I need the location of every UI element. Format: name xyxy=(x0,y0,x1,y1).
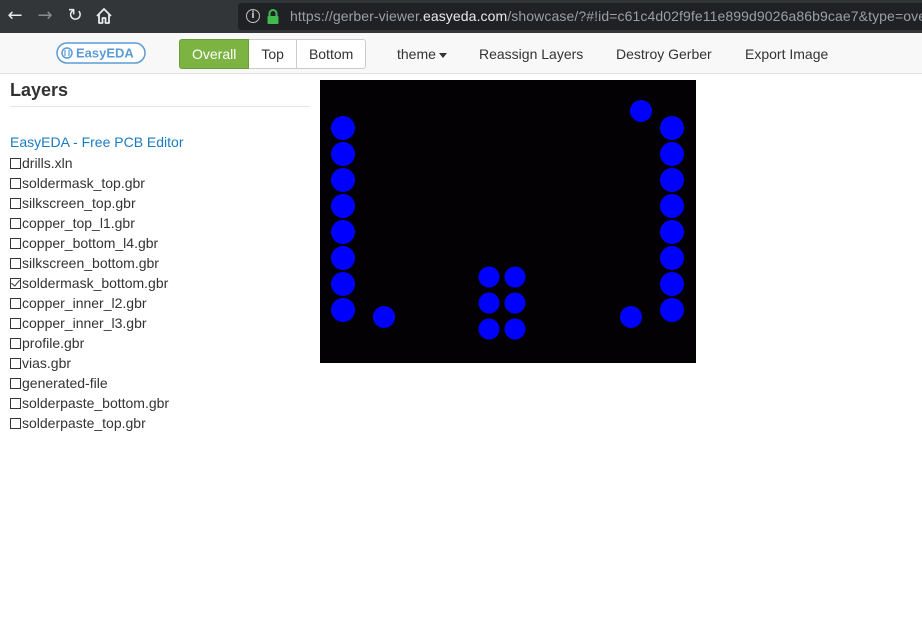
pad xyxy=(620,306,642,328)
pad xyxy=(478,266,500,288)
layer-item[interactable]: copper_top_l1.gbr xyxy=(10,213,310,233)
pad xyxy=(660,272,684,296)
pad xyxy=(660,246,684,270)
layer-item[interactable]: soldermask_top.gbr xyxy=(10,173,310,193)
overall-view-button[interactable]: Overall xyxy=(179,39,250,69)
top-view-button[interactable]: Top xyxy=(249,39,297,69)
pad xyxy=(478,292,500,314)
view-button-group: Overall Top Bottom xyxy=(179,39,367,69)
browser-chrome: ← → ↻ i https://gerber-viewer.easyeda.co… xyxy=(0,0,922,33)
layer-label: soldermask_top.gbr xyxy=(22,175,145,191)
layer-item[interactable]: generated-file xyxy=(10,373,310,393)
layer-checkbox[interactable] xyxy=(10,317,21,329)
theme-dropdown[interactable]: theme xyxy=(397,46,447,62)
pad xyxy=(660,116,684,140)
layer-label: copper_inner_l2.gbr xyxy=(22,295,147,311)
layer-item[interactable]: profile.gbr xyxy=(10,333,310,353)
layer-checkbox[interactable] xyxy=(10,417,21,429)
layer-checkbox[interactable] xyxy=(10,237,21,249)
layer-checkbox[interactable] xyxy=(10,297,21,309)
layer-checkbox[interactable] xyxy=(10,177,21,189)
back-icon[interactable]: ← xyxy=(5,6,25,26)
pad xyxy=(504,292,526,314)
home-icon[interactable] xyxy=(94,6,114,26)
layers-heading: Layers xyxy=(10,79,310,107)
pad xyxy=(630,100,652,122)
layer-label: profile.gbr xyxy=(22,335,85,351)
layer-label: generated-file xyxy=(22,375,108,391)
pad xyxy=(660,194,684,218)
pcb-preview-canvas[interactable] xyxy=(320,80,696,363)
layer-label: solderpaste_bottom.gbr xyxy=(22,395,170,411)
pad xyxy=(660,142,684,166)
layers-sidebar: Layers EasyEDA - Free PCB Editor drills.… xyxy=(10,79,310,433)
layer-label: soldermask_bottom.gbr xyxy=(22,275,169,291)
layer-label: drills.xln xyxy=(22,155,73,171)
layer-label: copper_inner_l3.gbr xyxy=(22,315,147,331)
lock-icon xyxy=(266,9,282,25)
address-bar[interactable]: i https://gerber-viewer.easyeda.com/show… xyxy=(238,3,922,30)
layer-checkbox[interactable] xyxy=(10,257,21,269)
layer-item[interactable]: vias.gbr xyxy=(10,353,310,373)
pad xyxy=(331,220,355,244)
layer-label: silkscreen_top.gbr xyxy=(22,195,136,211)
bottom-view-button[interactable]: Bottom xyxy=(296,39,367,69)
theme-label: theme xyxy=(397,46,436,62)
pad xyxy=(478,318,500,340)
layer-item[interactable]: copper_inner_l2.gbr xyxy=(10,293,310,313)
app-toolbar: EasyEDA Overall Top Bottom theme Reassig… xyxy=(0,33,922,74)
layer-checkbox[interactable] xyxy=(10,157,21,169)
layer-label: copper_top_l1.gbr xyxy=(22,215,135,231)
pad xyxy=(331,246,355,270)
svg-text:EasyEDA: EasyEDA xyxy=(76,46,134,61)
layer-item[interactable]: solderpaste_bottom.gbr xyxy=(10,393,310,413)
export-image-button[interactable]: Export Image xyxy=(745,46,828,62)
forward-icon[interactable]: → xyxy=(35,6,55,26)
layer-checkbox[interactable] xyxy=(10,197,21,209)
pad xyxy=(660,168,684,192)
layer-list: drills.xln soldermask_top.gbr silkscreen_t… xyxy=(10,153,310,433)
layer-item[interactable]: silkscreen_bottom.gbr xyxy=(10,253,310,273)
layer-item[interactable]: copper_bottom_l4.gbr xyxy=(10,233,310,253)
easyeda-logo[interactable]: EasyEDA xyxy=(56,41,146,65)
layer-checkbox[interactable] xyxy=(10,377,21,389)
pad xyxy=(331,142,355,166)
pad xyxy=(331,194,355,218)
pad xyxy=(373,306,395,328)
layer-checkbox[interactable] xyxy=(10,397,21,409)
url-text: https://gerber-viewer.easyeda.com/showca… xyxy=(290,8,922,24)
info-icon[interactable]: i xyxy=(246,9,260,23)
pad xyxy=(331,116,355,140)
layer-label: copper_bottom_l4.gbr xyxy=(22,235,159,251)
layer-item[interactable]: soldermask_bottom.gbr xyxy=(10,273,310,293)
layer-item[interactable]: drills.xln xyxy=(10,153,310,173)
layer-label: vias.gbr xyxy=(22,355,72,371)
layer-label: solderpaste_top.gbr xyxy=(22,415,146,431)
layer-item[interactable]: silkscreen_top.gbr xyxy=(10,193,310,213)
free-pcb-editor-link[interactable]: EasyEDA - Free PCB Editor xyxy=(10,133,310,151)
layer-item[interactable]: copper_inner_l3.gbr xyxy=(10,313,310,333)
layer-checkbox[interactable] xyxy=(10,217,21,229)
layer-checkbox[interactable] xyxy=(10,337,21,349)
pad xyxy=(331,298,355,322)
pad xyxy=(660,298,684,322)
pad xyxy=(504,266,526,288)
pad xyxy=(331,168,355,192)
layer-checkbox[interactable] xyxy=(10,357,21,369)
layer-item[interactable]: solderpaste_top.gbr xyxy=(10,413,310,433)
caret-down-icon xyxy=(438,52,447,58)
pad xyxy=(660,220,684,244)
destroy-gerber-button[interactable]: Destroy Gerber xyxy=(616,46,712,62)
reassign-layers-button[interactable]: Reassign Layers xyxy=(479,46,583,62)
layer-label: silkscreen_bottom.gbr xyxy=(22,255,159,271)
layer-checkbox[interactable] xyxy=(10,277,21,289)
pad xyxy=(504,318,526,340)
reload-icon[interactable]: ↻ xyxy=(65,6,85,26)
pad xyxy=(331,272,355,296)
